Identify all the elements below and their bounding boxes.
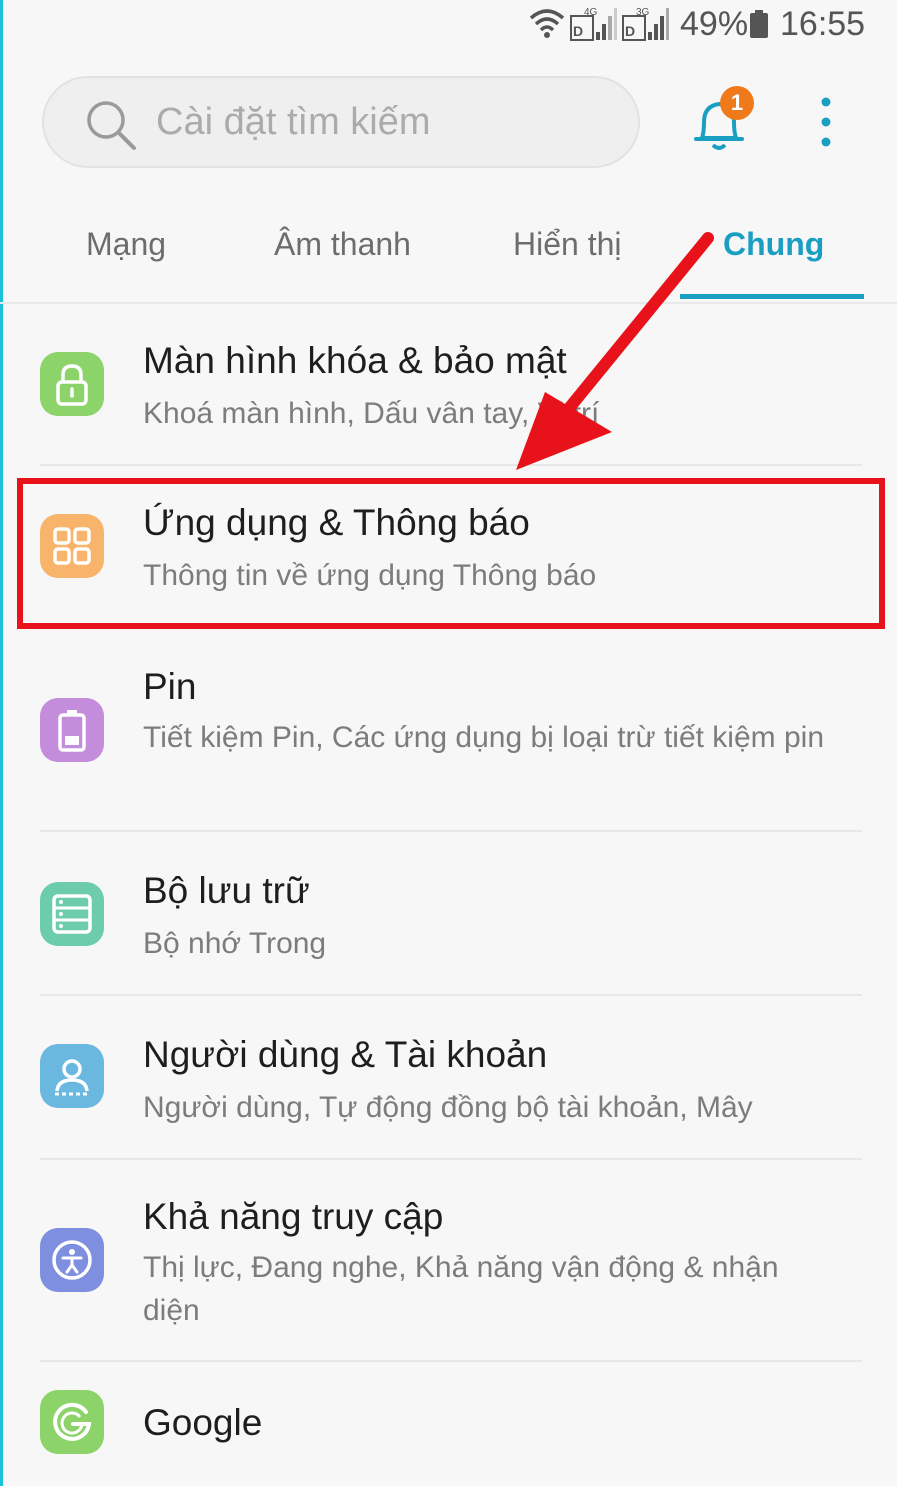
settings-tabs: Mạng Âm thanh Hiển thị Chung	[0, 196, 897, 306]
svg-text:4G: 4G	[584, 7, 598, 18]
signal-3g-icon: D 3G	[622, 7, 669, 41]
item-subtitle: Khoá màn hình, Dấu vân tay, Vị trí	[143, 397, 600, 430]
battery-percent: 49%	[680, 5, 749, 43]
divider	[40, 1360, 862, 1362]
divider	[40, 830, 862, 832]
tab-sound[interactable]: Âm thanh	[274, 226, 411, 263]
accessibility-icon	[40, 1228, 104, 1292]
storage-icon	[40, 882, 104, 946]
search-bar[interactable]	[42, 76, 640, 168]
item-title: Màn hình khóa & bảo mật	[143, 340, 567, 381]
signal-4g-icon: D 4G	[570, 7, 617, 41]
item-title: Pin	[143, 666, 197, 707]
item-title: Người dùng & Tài khoản	[143, 1034, 548, 1075]
clock: 16:55	[780, 5, 866, 43]
tabs-divider	[0, 302, 897, 304]
highlight-box	[17, 478, 885, 629]
item-title: Bộ lưu trữ	[143, 870, 310, 911]
battery-icon	[40, 698, 104, 762]
user-account-icon	[40, 1044, 104, 1108]
list-item-users-accounts[interactable]: Người dùng & Tài khoản Người dùng, Tự độ…	[0, 1014, 897, 1160]
list-item-google[interactable]: Google	[0, 1380, 897, 1486]
more-options-icon[interactable]	[808, 94, 844, 154]
search-icon	[87, 101, 136, 150]
tab-network[interactable]: Mạng	[86, 226, 166, 263]
list-item-battery[interactable]: Pin Tiết kiệm Pin, Các ứng dụng bị loại …	[0, 646, 897, 832]
divider	[40, 994, 862, 996]
wifi-icon	[529, 9, 565, 38]
item-subtitle: Bộ nhớ Trong	[143, 927, 327, 960]
item-subtitle: Người dùng, Tự động đồng bộ tài khoản, M…	[143, 1091, 753, 1124]
list-item-lock-screen[interactable]: Màn hình khóa & bảo mật Khoá màn hình, D…	[0, 320, 897, 466]
google-icon	[40, 1390, 104, 1454]
lock-icon	[40, 352, 104, 416]
list-item-accessibility[interactable]: Khả năng truy cập Thị lực, Đang nghe, Kh…	[0, 1176, 897, 1362]
battery-status-icon	[750, 10, 768, 38]
svg-text:D: D	[625, 23, 635, 39]
divider	[40, 1158, 862, 1160]
status-bar: D 4G D 3G 49% 16:55	[0, 0, 897, 50]
tab-display[interactable]: Hiển thị	[513, 226, 622, 263]
search-input[interactable]	[156, 94, 616, 150]
tab-selected-indicator	[680, 294, 864, 299]
item-subtitle: Tiết kiệm Pin, Các ứng dụng bị loại trừ …	[143, 721, 825, 754]
tab-general[interactable]: Chung	[723, 226, 824, 263]
svg-text:3G: 3G	[636, 7, 650, 18]
item-title: Khả năng truy cập	[143, 1196, 444, 1237]
divider	[40, 464, 862, 466]
item-title: Google	[143, 1402, 263, 1443]
item-subtitle: Thị lực, Đang nghe, Khả năng vận động & …	[143, 1251, 779, 1327]
notification-badge: 1	[720, 86, 754, 120]
status-icons: D 4G D 3G	[528, 4, 670, 42]
svg-text:D: D	[573, 23, 583, 39]
list-item-storage[interactable]: Bộ lưu trữ Bộ nhớ Trong	[0, 850, 897, 996]
